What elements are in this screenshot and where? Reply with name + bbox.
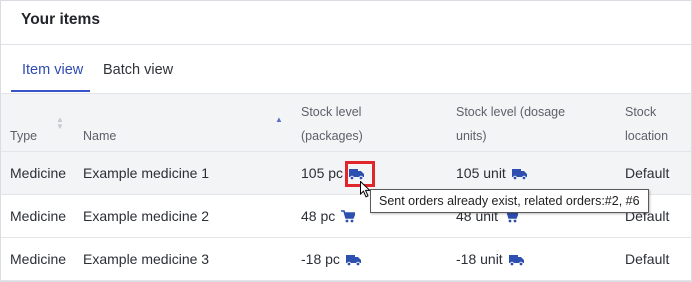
items-card: Your items Item view Batch view Type ▲ ▼ … <box>0 0 692 282</box>
stock-location: Default <box>625 251 670 267</box>
truck-icon[interactable] <box>508 254 524 266</box>
column-header-type[interactable]: Type <box>10 124 37 148</box>
item-name: Example medicine 3 <box>83 251 210 267</box>
table-header: Type ▲ ▼ Name ▲ Stock level (packages) St… <box>1 93 691 152</box>
column-header-name[interactable]: Name <box>83 124 116 148</box>
active-tab-indicator <box>11 90 90 92</box>
sort-ascending-icon[interactable]: ▲ <box>275 116 283 124</box>
card-title: Your items <box>21 11 100 28</box>
stock-packages: -18 pc <box>301 251 361 267</box>
item-type: Medicine <box>10 208 67 224</box>
column-header-location[interactable]: Stock location <box>625 100 668 148</box>
stock-units: 105 unit <box>456 165 527 181</box>
stock-packages: 48 pc <box>301 208 356 224</box>
item-name: Example medicine 1 <box>83 165 210 181</box>
tab-batch-view[interactable]: Batch view <box>103 62 173 78</box>
orders-tooltip: Sent orders already exist, related order… <box>370 189 649 213</box>
truck-icon[interactable] <box>511 168 527 180</box>
item-type: Medicine <box>10 165 67 181</box>
item-type: Medicine <box>10 251 67 267</box>
cart-icon[interactable] <box>341 210 356 223</box>
sort-icon[interactable]: ▲ ▼ <box>56 116 64 131</box>
tab-item-view[interactable]: Item view <box>22 62 83 78</box>
column-header-stock-packages[interactable]: Stock level (packages) <box>301 100 363 148</box>
stock-units: -18 unit <box>456 251 524 267</box>
view-tabs: Item view Batch view <box>1 45 691 93</box>
stock-location: Default <box>625 165 670 181</box>
column-header-stock-units[interactable]: Stock level (dosage units) <box>456 100 565 148</box>
table-row[interactable]: Medicine Example medicine 3 -18 pc -18 u… <box>1 238 691 281</box>
truck-icon[interactable] <box>345 254 361 266</box>
item-name: Example medicine 2 <box>83 208 210 224</box>
